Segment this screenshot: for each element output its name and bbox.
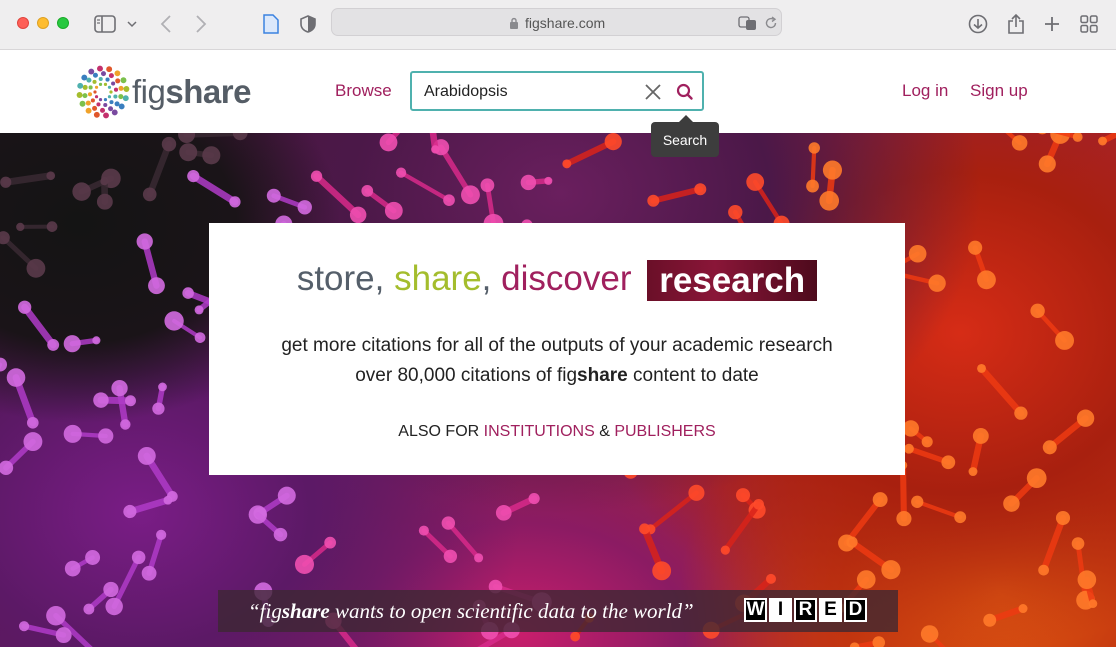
lock-icon: [510, 17, 518, 29]
quote-rest: wants to open scientific data to the wor…: [329, 599, 694, 623]
close-icon: [645, 84, 661, 100]
citations-pre: over 80,000 citations of fig: [355, 365, 578, 386]
search-tooltip: Search: [651, 115, 719, 157]
institutions-link[interactable]: INSTITUTIONS: [484, 423, 595, 440]
wired-letter: I: [769, 598, 792, 622]
search-icon: [676, 83, 693, 100]
hero-subtitle: get more citations for all of the output…: [281, 335, 833, 356]
logo-fig-text: fig: [132, 73, 166, 110]
downloads-icon[interactable]: [966, 12, 990, 36]
new-tab-icon[interactable]: [1040, 12, 1064, 36]
back-arrow-icon[interactable]: [154, 12, 178, 36]
share-icon[interactable]: [1004, 12, 1028, 36]
tagline-share: share: [394, 259, 482, 298]
also-for-label: ALSO FOR: [398, 423, 480, 440]
hero-tagline: store, share, discover research: [209, 259, 905, 301]
tagline-comma: ,: [481, 259, 492, 298]
minimize-window-button[interactable]: [37, 17, 49, 29]
close-window-button[interactable]: [17, 17, 29, 29]
zoom-window-button[interactable]: [57, 17, 69, 29]
url-text: figshare.com: [525, 15, 606, 31]
hero-banner: store, share, discover research get more…: [0, 133, 1116, 647]
page-icon[interactable]: [259, 12, 283, 36]
also-for-line: ALSO FOR INSTITUTIONS & PUBLISHERS: [209, 423, 905, 441]
clear-search-button[interactable]: [643, 82, 663, 102]
privacy-shield-icon[interactable]: [296, 12, 320, 36]
citations-post: content to date: [627, 365, 759, 386]
wired-letter: D: [844, 598, 867, 622]
translate-icon[interactable]: [738, 15, 758, 31]
search-box: [410, 71, 704, 111]
publishers-link[interactable]: PUBLISHERS: [614, 423, 715, 440]
site-header: figshare Browse Log in Sign up: [0, 50, 1116, 133]
search-button[interactable]: [675, 82, 695, 102]
logo-wordmark: figshare: [132, 73, 251, 111]
wired-letter: W: [744, 598, 767, 622]
tagline-store: store,: [296, 259, 385, 298]
logo-share-text: share: [165, 73, 251, 110]
wired-letter: R: [794, 598, 817, 622]
search-input[interactable]: [424, 81, 634, 103]
sidebar-toggle-icon[interactable]: [93, 12, 117, 36]
nav-browse-link[interactable]: Browse: [335, 81, 392, 101]
chevron-down-icon[interactable]: [121, 12, 143, 36]
tab-overview-icon[interactable]: [1077, 12, 1101, 36]
browser-toolbar: figshare.com: [0, 0, 1116, 50]
address-bar[interactable]: figshare.com: [331, 8, 782, 36]
signup-link[interactable]: Sign up: [970, 81, 1028, 101]
login-link[interactable]: Log in: [902, 81, 948, 101]
ampersand: &: [599, 423, 610, 440]
wired-logo: W I R E D: [744, 598, 867, 624]
figshare-logo-mark-icon: [76, 65, 130, 119]
press-quote: “figshare wants to open scientific data …: [248, 599, 694, 624]
quote-bold: share: [281, 599, 330, 623]
citations-bold: share: [577, 365, 628, 386]
tagline-research: research: [647, 260, 818, 301]
citations-statement: over 80,000 citations of figshare conten…: [209, 365, 905, 387]
wired-letter: E: [819, 598, 842, 622]
press-quote-bar: “figshare wants to open scientific data …: [218, 590, 898, 632]
quote-open: “fig: [248, 599, 282, 623]
forward-arrow-icon[interactable]: [189, 12, 213, 36]
reload-icon[interactable]: [764, 16, 778, 30]
tagline-discover: discover: [501, 259, 632, 298]
figshare-logo[interactable]: figshare: [76, 65, 256, 119]
hero-card: store, share, discover research get more…: [209, 223, 905, 475]
